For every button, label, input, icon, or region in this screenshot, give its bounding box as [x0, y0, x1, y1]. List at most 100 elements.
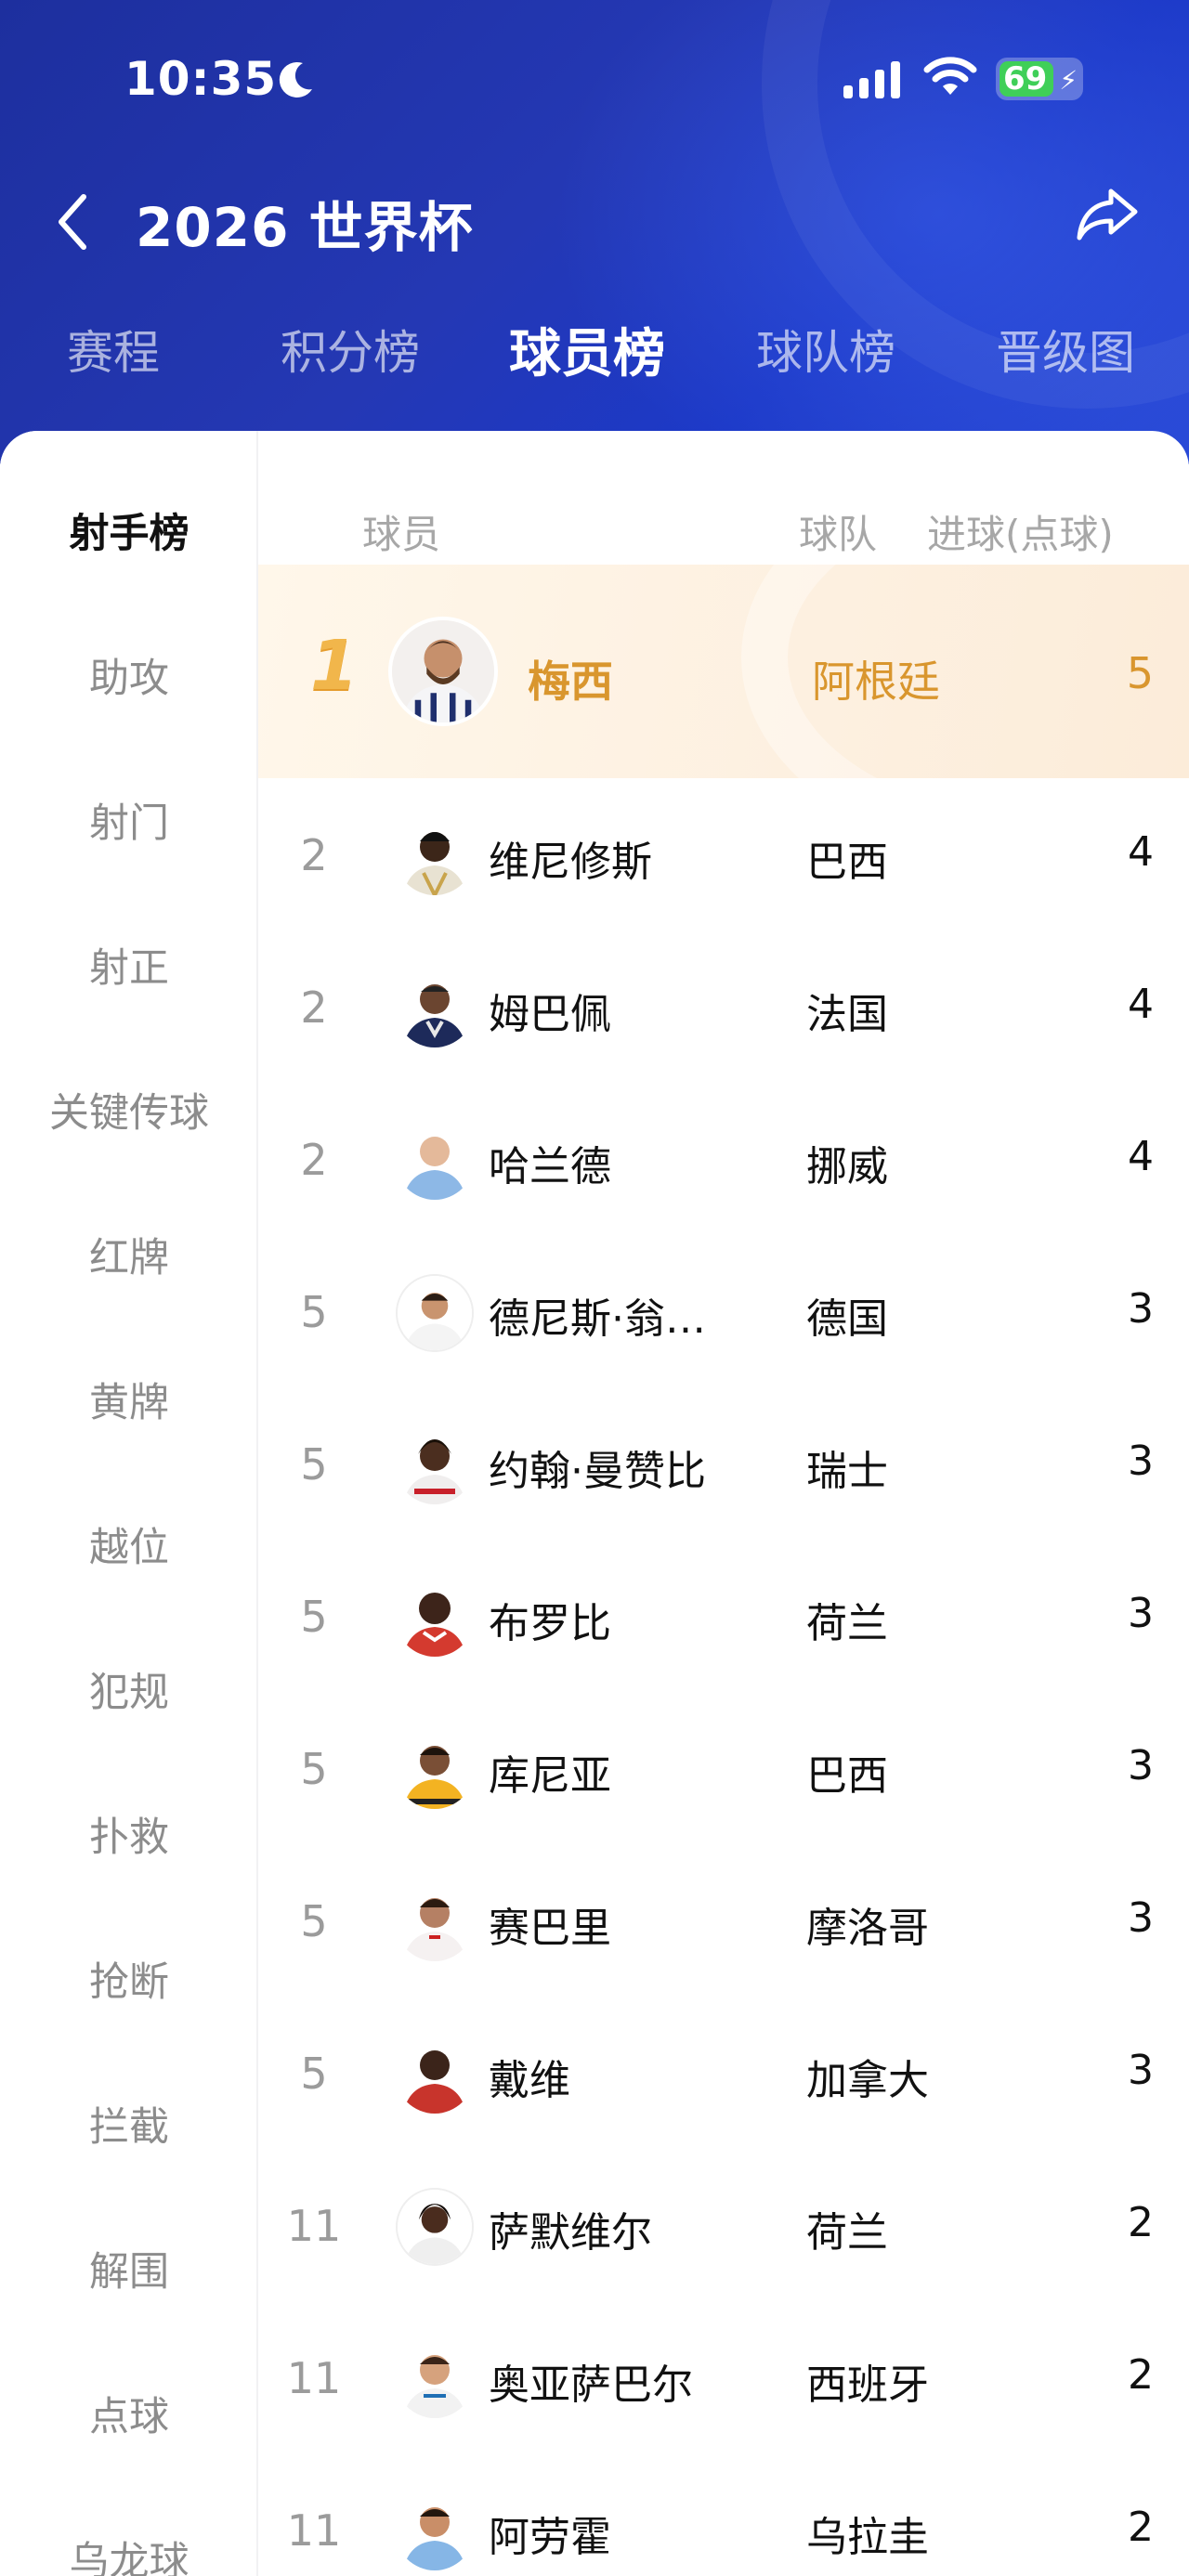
nav-bar: 2026 世界杯: [0, 176, 1189, 260]
table-row[interactable]: 2 哈兰德 挪威 4: [258, 1083, 1189, 1235]
rank-number: 5: [300, 1592, 328, 1642]
player-goals: 3: [1128, 2047, 1154, 2094]
rank-number: 5: [300, 1896, 328, 1946]
table-row[interactable]: 5 库尼亚 巴西 3: [258, 1692, 1189, 1844]
sidebar-item-top-scorers[interactable]: 射手榜: [0, 501, 258, 559]
player-goals: 3: [1128, 1590, 1154, 1637]
player-team: 荷兰: [806, 1600, 888, 1647]
rankings-panel: 射手榜 助攻 射门 射正 关键传球 红牌 黄牌 越位 犯规 扑救 抢断 拦截 解…: [0, 431, 1189, 2576]
sidebar-item-red-cards[interactable]: 红牌: [0, 1226, 258, 1283]
player-goals: 3: [1128, 1285, 1154, 1333]
player-team: 西班牙: [806, 2361, 929, 2409]
player-avatar: [396, 1122, 474, 1200]
sidebar-item-own-goals[interactable]: 乌龙球: [0, 2530, 258, 2576]
sidebar-item-fouls[interactable]: 犯规: [0, 1660, 258, 1718]
player-team: 德国: [806, 1295, 888, 1343]
player-goals: 2: [1128, 2504, 1154, 2551]
sidebar-item-offsides[interactable]: 越位: [0, 1516, 258, 1573]
player-avatar: [396, 2492, 474, 2570]
table-row-leader[interactable]: 1 梅西 阿根廷 5: [258, 565, 1189, 778]
player-team: 巴西: [806, 839, 888, 886]
player-name: 戴维: [489, 2057, 570, 2104]
player-team: 巴西: [806, 1752, 888, 1800]
sidebar-item-key-passes[interactable]: 关键传球: [0, 1081, 258, 1138]
player-avatar: [396, 1579, 474, 1657]
player-avatar: [396, 1731, 474, 1809]
stat-category-sidebar: 射手榜 助攻 射门 射正 关键传球 红牌 黄牌 越位 犯规 扑救 抢断 拦截 解…: [0, 431, 258, 2576]
table-row[interactable]: 5 德尼斯·翁… 德国 3: [258, 1235, 1189, 1387]
player-avatar: [396, 817, 474, 895]
tab-team-rankings[interactable]: 球队榜: [756, 316, 895, 383]
table-row[interactable]: 5 布罗比 荷兰 3: [258, 1540, 1189, 1692]
rank-number: 5: [300, 1287, 328, 1337]
battery-level: 69: [1003, 60, 1048, 98]
sidebar-item-clearances[interactable]: 解围: [0, 2240, 258, 2297]
player-name: 哈兰德: [489, 1143, 611, 1190]
table-row[interactable]: 5 戴维 加拿大 3: [258, 1997, 1189, 2149]
tab-standings[interactable]: 积分榜: [281, 316, 420, 383]
player-goals: 4: [1128, 981, 1154, 1028]
back-icon[interactable]: [52, 191, 93, 253]
rank-number: 11: [286, 2353, 342, 2403]
player-avatar: [396, 2188, 474, 2266]
share-icon[interactable]: [1074, 184, 1141, 245]
sidebar-item-penalties[interactable]: 点球: [0, 2385, 258, 2442]
player-team: 挪威: [806, 1143, 888, 1190]
player-name: 库尼亚: [489, 1752, 611, 1800]
rank-number: 11: [286, 2201, 342, 2251]
column-header-player: 球员: [362, 512, 441, 557]
sidebar-item-interceptions[interactable]: 拦截: [0, 2095, 258, 2153]
rank-number: 2: [300, 830, 328, 880]
player-goals: 3: [1128, 1894, 1154, 1942]
sidebar-item-saves[interactable]: 扑救: [0, 1805, 258, 1863]
table-row[interactable]: 5 赛巴里 摩洛哥 3: [258, 1844, 1189, 1997]
tab-schedule[interactable]: 赛程: [67, 316, 160, 383]
player-team: 加拿大: [806, 2057, 929, 2104]
tab-player-rankings[interactable]: 球员榜: [509, 312, 665, 387]
column-header-team: 球队: [799, 512, 878, 557]
player-name: 萨默维尔: [489, 2209, 652, 2257]
status-bar: 10:35 69 ⚡: [0, 0, 1189, 158]
table-row[interactable]: 11 阿劳霍 乌拉圭 2: [258, 2453, 1189, 2576]
player-goals: 3: [1128, 1742, 1154, 1789]
sidebar-item-shots[interactable]: 射门: [0, 791, 258, 849]
battery-indicator: 69 ⚡: [996, 58, 1083, 100]
player-name: 维尼修斯: [489, 839, 652, 886]
page-title: 2026 世界杯: [136, 196, 474, 259]
rank-number: 11: [286, 2505, 342, 2556]
player-team: 乌拉圭: [806, 2514, 929, 2561]
header-banner: 10:35 69 ⚡ 2026 世界杯 赛程 积分榜 球员榜 球队榜 晋级图: [0, 0, 1189, 464]
player-team: 法国: [806, 991, 888, 1038]
player-goals: 2: [1128, 2351, 1154, 2399]
player-team: 瑞士: [806, 1448, 888, 1495]
sidebar-item-yellow-cards[interactable]: 黄牌: [0, 1371, 258, 1428]
sidebar-item-shots-on-target[interactable]: 射正: [0, 936, 258, 994]
tab-bar: 赛程 积分榜 球员榜 球队榜 晋级图: [0, 316, 1189, 390]
status-time: 10:35: [124, 52, 278, 106]
player-name: 布罗比: [489, 1600, 611, 1647]
player-avatar: [396, 2340, 474, 2418]
charging-icon: ⚡: [1059, 65, 1078, 96]
player-name: 德尼斯·翁…: [489, 1295, 706, 1343]
rank-number: 5: [300, 2049, 328, 2099]
rank-number: 5: [300, 1744, 328, 1794]
table-row[interactable]: 11 萨默维尔 荷兰 2: [258, 2149, 1189, 2301]
player-name: 姆巴佩: [489, 991, 611, 1038]
player-name: 赛巴里: [489, 1905, 611, 1952]
rankings-table: 球员 球队 进球(点球) 1 梅西 阿根廷 5 2 维尼修斯 巴西 4 2 姆巴…: [258, 431, 1189, 2576]
wifi-icon: [923, 57, 977, 95]
table-row[interactable]: 11 奥亚萨巴尔 西班牙 2: [258, 2301, 1189, 2453]
sidebar-item-assists[interactable]: 助攻: [0, 646, 258, 704]
player-team: 阿根廷: [812, 657, 940, 707]
table-row[interactable]: 5 约翰·曼赞比 瑞士 3: [258, 1387, 1189, 1540]
player-goals: 4: [1128, 828, 1154, 876]
player-avatar: [396, 2036, 474, 2114]
player-avatar: [396, 1883, 474, 1961]
table-row[interactable]: 2 维尼修斯 巴西 4: [258, 778, 1189, 930]
player-goals: 2: [1128, 2199, 1154, 2246]
table-row[interactable]: 2 姆巴佩 法国 4: [258, 930, 1189, 1083]
sidebar-item-tackles[interactable]: 抢断: [0, 1950, 258, 2008]
tab-bracket[interactable]: 晋级图: [996, 316, 1135, 383]
player-name: 约翰·曼赞比: [489, 1448, 706, 1495]
player-name: 梅西: [528, 657, 613, 707]
